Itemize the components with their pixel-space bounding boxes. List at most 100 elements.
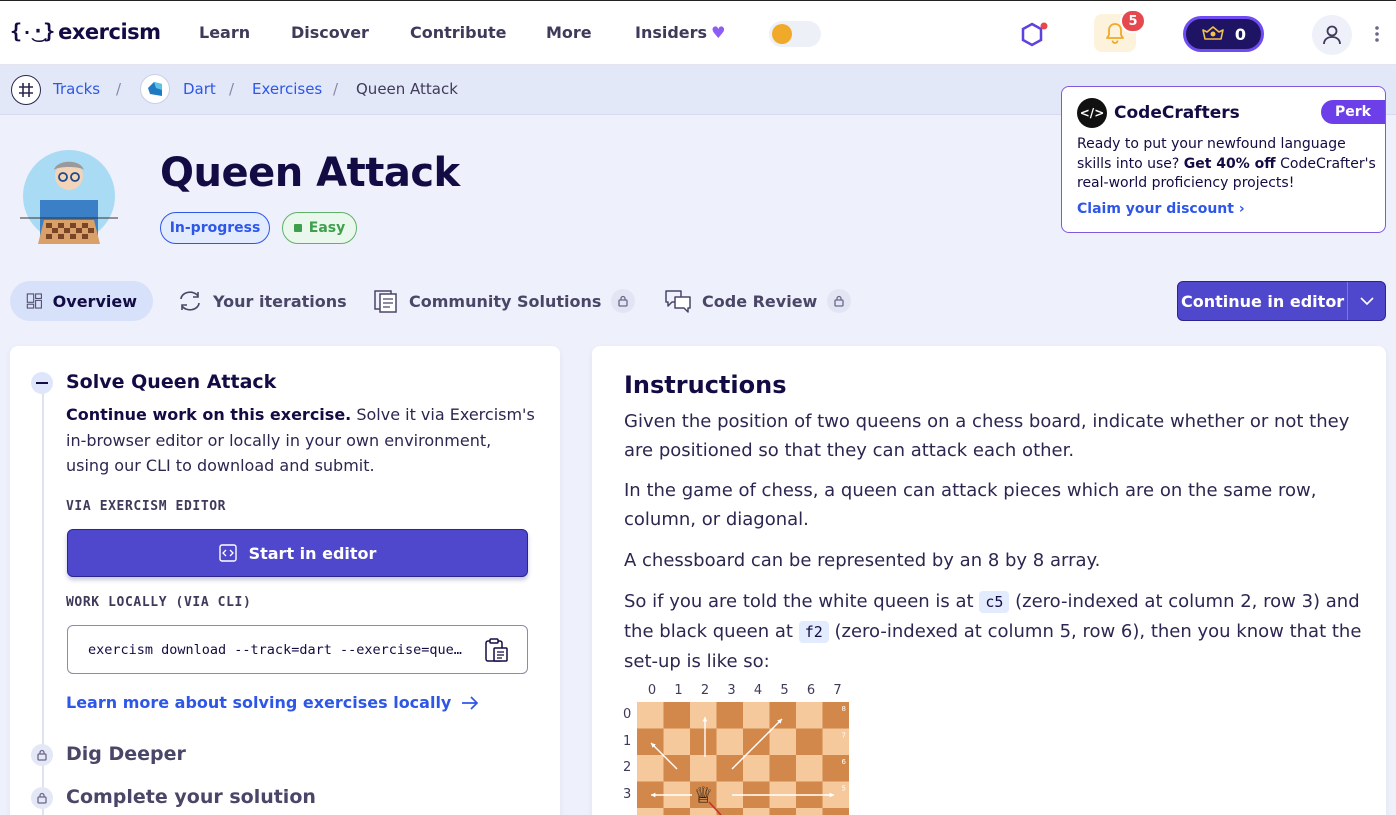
claim-discount-label: Claim your discount [1077,201,1234,217]
board-column-label: 1 [674,683,683,698]
editor-icon [218,544,237,562]
board-column-label: 4 [753,683,763,698]
nav-insiders-label: Insiders [635,23,708,42]
board-square [769,808,796,815]
status-badge: In-progress [160,212,270,244]
user-icon [1323,25,1341,45]
board-column-label: 6 [806,683,816,698]
tab-code-review-label: Code Review [702,291,818,311]
breadcrumb-dart[interactable]: Dart [183,80,216,98]
theme-toggle-knob [772,24,792,44]
instructions-paragraph: A chessboard can be represented by an 8 … [624,550,1101,571]
board-square [769,728,796,755]
board-column-label: 3 [727,683,736,698]
dig-deeper-step[interactable]: Dig Deeper [66,743,186,765]
community-solutions-icon [374,290,397,313]
continue-in-editor-button[interactable]: Continue in editor [1177,281,1386,321]
lock-icon [827,289,852,313]
board-square [690,808,717,815]
codecrafters-logo-icon: </> [1077,98,1107,128]
start-in-editor-button[interactable]: Start in editor [67,529,528,577]
minus-icon[interactable] [31,372,53,394]
instructions-paragraph: In the game of chess, a queen can attack… [624,480,1317,530]
board-square [743,808,770,815]
breadcrumb-tracks[interactable]: Tracks [53,80,100,98]
page-title: Queen Attack [160,150,460,196]
user-avatar-button[interactable] [1312,15,1352,55]
lock-icon [611,289,636,313]
codecrafters-perk-card: </> CodeCrafters Perk Ready to put your … [1061,86,1386,233]
breadcrumb-separator: / [116,80,122,98]
exercism-logo[interactable]: {·͜·} exercism [10,19,161,45]
inline-code: c5 [979,591,1010,613]
solve-step-title: Solve Queen Attack [66,371,277,393]
tab-overview[interactable]: Overview [10,281,153,321]
copy-clipboard-icon[interactable] [483,637,509,667]
learn-more-cli-link[interactable]: Learn more about solving exercises local… [66,693,479,712]
board-square [637,755,664,782]
instructions-title: Instructions [624,371,787,399]
continue-in-editor-label: Continue in editor [1180,291,1345,311]
queen-attack-exercise-icon [20,148,118,246]
lock-icon [31,787,53,809]
board-square [690,702,717,729]
reputation-button[interactable]: 0 [1183,16,1264,52]
board-row-label: 0 [623,707,632,722]
claim-discount-link[interactable]: Claim your discount › [1077,201,1245,217]
board-square [769,755,796,782]
via-editor-label: VIA EXERCISM EDITOR [66,499,227,514]
dart-track-icon [140,74,170,104]
more-menu-icon[interactable] [1374,25,1380,43]
tab-iterations[interactable]: Your iterations [177,281,347,321]
instructions-paragraph: Given the position of two queens on a ch… [624,411,1350,461]
board-square [822,808,849,815]
logo-text: exercism [58,20,161,44]
complete-solution-step[interactable]: Complete your solution [66,786,316,808]
arrow-right-icon [462,695,479,710]
breadcrumb-separator: / [229,80,235,98]
board-row-label: 2 [623,760,632,775]
tab-iterations-label: Your iterations [213,291,347,311]
board-square [663,728,690,755]
board-square [743,755,770,782]
cli-command-box[interactable]: exercism download --track=dart --exercis… [67,625,528,674]
chevron-right-icon: › [1238,201,1245,217]
nav-learn[interactable]: Learn [199,23,250,42]
board-square [796,808,823,815]
board-square [743,702,770,729]
board-square [796,728,823,755]
board-square [796,702,823,729]
overview-icon [26,293,42,309]
nav-insiders[interactable]: Insiders ♥ [635,23,725,42]
perk-title: CodeCrafters [1114,103,1240,123]
breadcrumb-current: Queen Attack [356,80,458,98]
heart-icon: ♥ [711,23,726,42]
breadcrumb-exercises[interactable]: Exercises [252,80,322,98]
iterations-icon [180,291,200,311]
theme-toggle[interactable] [769,21,821,47]
tab-community-solutions[interactable]: Community Solutions [373,281,636,321]
instructions-paragraph: So if you are told the white queen is at… [624,587,1364,676]
chevron-down-icon[interactable] [1347,282,1385,320]
board-square [796,755,823,782]
tab-code-review[interactable]: Code Review [664,281,852,321]
board-edge-label: 7 [842,732,846,740]
board-square [743,728,770,755]
journey-hexagon-icon[interactable] [1018,21,1048,49]
nav-contribute[interactable]: Contribute [410,23,507,42]
board-square [690,755,717,782]
nav-more[interactable]: More [546,23,592,42]
chessboard-image: ♕ 8 7 6 5 [637,702,849,815]
difficulty-badge: Easy [282,212,357,244]
nav-discover[interactable]: Discover [291,23,369,42]
tab-overview-label: Overview [52,291,137,311]
top-nav: {·͜·} exercism Learn Discover Contribute… [0,0,1396,65]
perk-description: Ready to put your newfound language skil… [1077,135,1377,194]
board-square [637,808,664,815]
board-square [716,702,743,729]
instructions-text: So if you are told the white queen is at [624,591,980,612]
board-square [716,728,743,755]
logo-mark: {·͜·} [10,19,55,43]
board-square [663,702,690,729]
board-edge-label: 6 [842,758,847,766]
